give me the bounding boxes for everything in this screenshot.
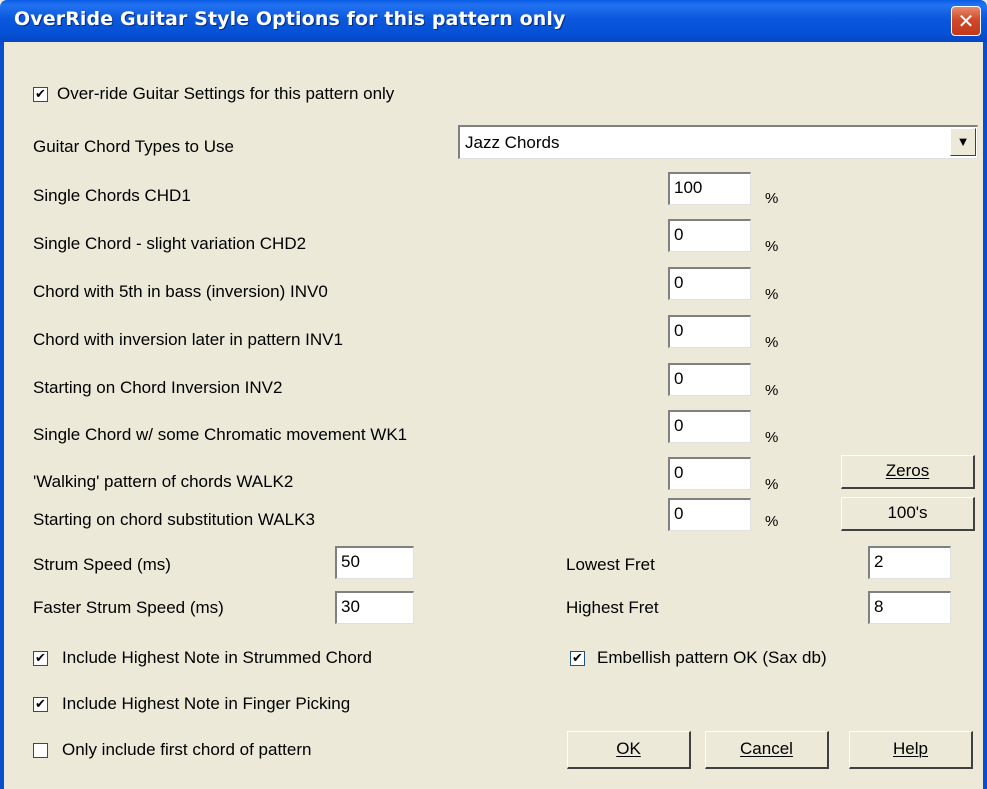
faster-strum-speed-input[interactable]: 30 (335, 591, 414, 624)
only-first-chord-label: Only include first chord of pattern (62, 740, 312, 759)
checkmark-icon: ✔ (35, 87, 46, 102)
title-bar: OverRide Guitar Style Options for this p… (0, 0, 987, 42)
embellish-checkbox[interactable]: ✔ (570, 651, 585, 666)
override-checkbox[interactable]: ✔ (33, 87, 48, 102)
highest-fret-input[interactable]: 8 (868, 591, 951, 624)
row-label-chd2: Single Chord - slight variation CHD2 (33, 234, 307, 253)
chord-types-value: Jazz Chords (465, 133, 560, 152)
chord-types-label: Guitar Chord Types to Use (33, 137, 234, 156)
row-input-walk2[interactable]: 0 (668, 457, 751, 490)
override-checkbox-label: Over-ride Guitar Settings for this patte… (57, 84, 395, 103)
include-highest-finger-checkbox[interactable]: ✔ (33, 697, 48, 712)
include-highest-strummed-checkbox[interactable]: ✔ (33, 651, 48, 666)
row-input-inv1[interactable]: 0 (668, 315, 751, 348)
row-input-chd2[interactable]: 0 (668, 219, 751, 252)
percent-label: % (765, 476, 779, 493)
cancel-button[interactable]: Cancel (705, 731, 829, 769)
embellish-label: Embellish pattern OK (Sax db) (597, 648, 827, 667)
window-frame-left (0, 42, 4, 789)
only-first-chord-checkbox[interactable] (33, 743, 48, 758)
percent-label: % (765, 513, 779, 530)
lowest-fret-label: Lowest Fret (566, 555, 655, 574)
zeros-button-label: Zeros (885, 461, 930, 480)
cancel-button-label: Cancel (740, 739, 793, 758)
hundreds-button[interactable]: 100's (841, 497, 975, 531)
ok-button-label: OK (616, 739, 641, 758)
percent-label: % (765, 238, 779, 255)
row-label-inv1: Chord with inversion later in pattern IN… (33, 330, 343, 349)
hundreds-button-label: 100's (887, 503, 928, 522)
highest-fret-label: Highest Fret (566, 598, 659, 617)
help-button[interactable]: Help (849, 731, 973, 769)
lowest-fret-input[interactable]: 2 (868, 546, 951, 579)
percent-label: % (765, 334, 779, 351)
close-icon: ✕ (957, 9, 975, 33)
row-label-chd1: Single Chords CHD1 (33, 186, 191, 205)
percent-label: % (765, 190, 779, 207)
strum-speed-input[interactable]: 50 (335, 546, 414, 579)
window-frame-right (983, 42, 987, 789)
checkmark-icon: ✔ (572, 651, 583, 666)
include-highest-strummed-label: Include Highest Note in Strummed Chord (62, 648, 372, 667)
row-label-inv2: Starting on Chord Inversion INV2 (33, 378, 283, 397)
chord-types-select[interactable]: Jazz Chords ▼ (458, 125, 978, 159)
zeros-button[interactable]: Zeros (841, 455, 975, 489)
checkmark-icon: ✔ (35, 651, 46, 666)
row-input-wk1[interactable]: 0 (668, 410, 751, 443)
chevron-down-icon[interactable]: ▼ (950, 128, 976, 156)
percent-label: % (765, 382, 779, 399)
ok-button[interactable]: OK (567, 731, 691, 769)
percent-label: % (765, 429, 779, 446)
strum-speed-label: Strum Speed (ms) (33, 555, 171, 574)
percent-label: % (765, 286, 779, 303)
row-input-inv0[interactable]: 0 (668, 267, 751, 300)
row-input-chd1[interactable]: 100 (668, 172, 751, 205)
row-label-walk2: 'Walking' pattern of chords WALK2 (33, 472, 294, 491)
window-title: OverRide Guitar Style Options for this p… (14, 8, 566, 30)
row-input-walk3[interactable]: 0 (668, 498, 751, 531)
close-button[interactable]: ✕ (951, 6, 981, 36)
row-input-inv2[interactable]: 0 (668, 363, 751, 396)
row-label-inv0: Chord with 5th in bass (inversion) INV0 (33, 282, 328, 301)
checkmark-icon: ✔ (35, 697, 46, 712)
faster-strum-speed-label: Faster Strum Speed (ms) (33, 598, 224, 617)
include-highest-finger-label: Include Highest Note in Finger Picking (62, 694, 351, 713)
row-label-wk1: Single Chord w/ some Chromatic movement … (33, 425, 408, 444)
row-label-walk3: Starting on chord substitution WALK3 (33, 510, 315, 529)
help-button-label: Help (893, 739, 928, 758)
